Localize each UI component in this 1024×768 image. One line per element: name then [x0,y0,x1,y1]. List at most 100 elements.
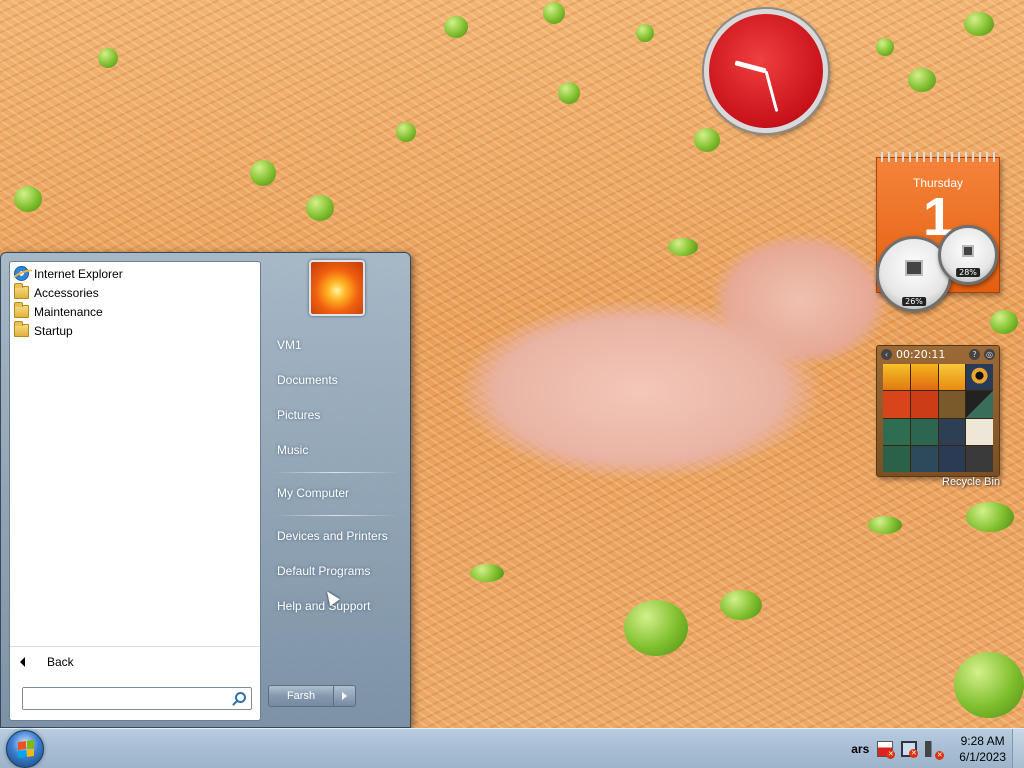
puzzle-tile[interactable] [910,445,938,472]
program-list: Internet Explorer Accessories Maintenanc… [10,262,260,340]
back-label: Back [47,654,74,669]
wallpaper-pea [694,128,720,152]
program-startup[interactable]: Startup [10,321,260,340]
folder-icon [14,302,29,318]
puzzle-tile[interactable] [910,418,938,445]
wallpaper-pea [868,516,902,534]
action-center-flag-icon[interactable]: ✕ [877,741,896,759]
puzzle-help-icon[interactable]: ? [969,348,980,360]
link-my-computer[interactable]: My Computer [265,479,405,514]
wallpaper-pea [964,12,994,36]
puzzle-tile[interactable] [910,364,938,391]
wallpaper-pea [668,238,698,256]
link-music[interactable]: Music [265,436,405,471]
language-indicator[interactable]: ars [851,742,869,756]
muted-badge-icon: ✕ [935,751,945,760]
wallpaper-pea [908,68,936,92]
error-badge-icon: ✕ [886,750,896,759]
recycle-bin-label[interactable]: Recycle Bin [942,476,1000,488]
cpu-chip-icon [905,260,923,277]
link-user-folder[interactable]: VM1 [265,331,405,366]
start-menu-programs-pane: Internet Explorer Accessories Maintenanc… [9,261,261,721]
puzzle-tile[interactable] [938,391,966,418]
puzzle-tile[interactable] [910,391,938,418]
back-arrow-icon [20,656,25,667]
program-label: Startup [34,323,73,338]
wallpaper-pea [720,590,762,620]
show-desktop-button[interactable] [1012,729,1024,768]
wallpaper-pea [558,82,580,104]
program-label: Maintenance [34,304,103,319]
wallpaper-pea [444,16,468,38]
taskbar-time: 9:28 AM [960,734,1005,748]
link-pictures[interactable]: Pictures [265,401,405,436]
taskbar: ars ✕ ✕ ✕ 9:28 AM 6/1/2023 [0,728,1024,768]
wallpaper-pea [98,48,118,68]
memory-meter-gauge[interactable]: 28% [938,225,998,285]
link-default-programs[interactable]: Default Programs [265,557,405,592]
clock-hour-hand [734,60,767,74]
puzzle-tile[interactable] [938,418,966,445]
wallpaper-pea [543,2,565,24]
puzzle-tile[interactable] [938,364,966,391]
start-search-box[interactable] [22,687,252,710]
windows-logo-icon [18,739,34,759]
program-label: Accessories [34,285,99,300]
puzzle-grid[interactable] [883,364,993,472]
puzzle-tile[interactable] [883,418,910,445]
search-icon[interactable] [235,692,246,703]
puzzle-show-picture-icon[interactable]: ‹ [881,348,892,360]
shutdown-button[interactable]: Farsh [268,685,334,707]
calendar-rings [881,152,995,162]
program-label: Internet Explorer [34,266,123,281]
wallpaper-pea [636,24,654,42]
cpu-usage-value: 26% [902,297,926,306]
folder-icon [14,283,29,299]
puzzle-tile[interactable] [938,445,966,472]
wallpaper-pea [306,195,334,221]
puzzle-tile[interactable] [966,418,993,445]
puzzle-empty-slot[interactable] [966,445,993,472]
wallpaper-pea [954,652,1024,718]
wallpaper-pea [966,502,1014,532]
program-accessories[interactable]: Accessories [10,283,260,302]
separator [273,472,399,473]
shutdown-options-arrow-icon[interactable] [334,685,356,707]
taskbar-clock[interactable]: 9:28 AM 6/1/2023 [959,733,1006,765]
puzzle-tile[interactable] [966,364,993,391]
wallpaper-pea [624,600,688,656]
start-search-input[interactable] [23,688,223,709]
puzzle-shuffle-icon[interactable]: ◎ [984,348,995,360]
error-badge-icon: ✕ [909,749,919,758]
picture-puzzle-gadget[interactable]: ‹ 00:20:11 ? ◎ [876,345,1000,477]
network-icon[interactable]: ✕ [901,741,919,758]
wallpaper-pea [250,160,276,186]
link-devices-and-printers[interactable]: Devices and Printers [265,522,405,557]
program-internet-explorer[interactable]: Internet Explorer [10,264,260,283]
back-button[interactable]: Back [10,646,260,676]
internet-explorer-icon [14,266,29,281]
clock-gadget[interactable] [704,9,828,133]
puzzle-tile[interactable] [883,391,910,418]
wallpaper-pea [876,38,894,56]
user-avatar[interactable] [309,260,365,316]
memory-usage-value: 28% [956,268,980,277]
start-menu: Internet Explorer Accessories Maintenanc… [0,252,411,728]
notification-area: ars ✕ ✕ ✕ 9:28 AM 6/1/2023 [851,729,1006,768]
puzzle-tile[interactable] [883,445,910,472]
volume-muted-icon[interactable]: ✕ [925,741,945,760]
shutdown-control: Farsh [268,685,358,707]
link-documents[interactable]: Documents [265,366,405,401]
wallpaper-pea [990,310,1018,334]
start-button[interactable] [6,730,44,768]
puzzle-tile[interactable] [966,391,993,418]
program-maintenance[interactable]: Maintenance [10,302,260,321]
start-menu-right-links: VM1 Documents Pictures Music My Computer… [265,331,405,627]
puzzle-timer: 00:20:11 [896,347,946,361]
wallpaper-pea [396,122,416,142]
clock-minute-hand [764,70,779,112]
wallpaper-pea [14,186,42,212]
memory-chip-icon [962,244,974,257]
puzzle-tile[interactable] [883,364,910,391]
wallpaper-pea [470,564,504,582]
